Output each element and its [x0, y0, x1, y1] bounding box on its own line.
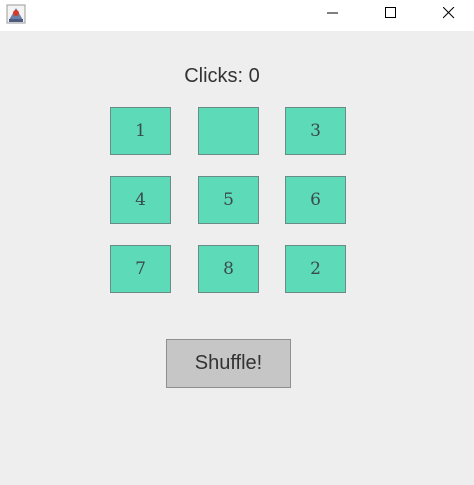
maximize-button[interactable]	[362, 0, 420, 29]
game-panel: Clicks: 0 1 3 4 5 6 7 8 2 Shuffle!	[0, 31, 474, 485]
title-bar	[0, 0, 474, 31]
puzzle-tile-4[interactable]: 4	[110, 176, 171, 224]
puzzle-tile-6[interactable]: 6	[285, 176, 346, 224]
puzzle-tile-2[interactable]	[198, 107, 259, 155]
puzzle-tile-9[interactable]: 2	[285, 245, 346, 293]
puzzle-tile-5[interactable]: 5	[198, 176, 259, 224]
puzzle-tile-1[interactable]: 1	[110, 107, 171, 155]
close-icon	[442, 6, 455, 24]
shuffle-button[interactable]: Shuffle!	[166, 339, 291, 388]
maximize-icon	[385, 6, 397, 24]
close-button[interactable]	[420, 0, 474, 29]
puzzle-tile-3[interactable]: 3	[285, 107, 346, 155]
puzzle-tile-8[interactable]: 8	[198, 245, 259, 293]
java-app-icon	[6, 4, 26, 24]
minimize-icon	[327, 6, 339, 24]
clicks-counter: Clicks: 0	[184, 65, 260, 87]
puzzle-tile-7[interactable]: 7	[110, 245, 171, 293]
minimize-button[interactable]	[304, 0, 362, 29]
